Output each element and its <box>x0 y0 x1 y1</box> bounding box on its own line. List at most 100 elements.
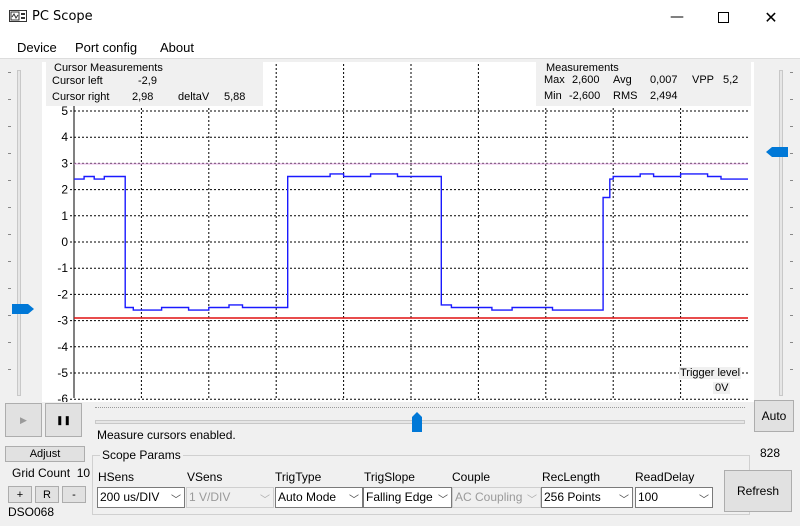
y-tick-label: 4 <box>61 130 68 144</box>
slider-tick <box>790 234 793 235</box>
slider-tick <box>790 369 793 370</box>
menu-about[interactable]: About <box>160 40 194 55</box>
reclength-select[interactable]: 256 Points ﹀ <box>541 487 633 508</box>
couple-select[interactable]: AC Coupling ﹀ <box>452 487 541 508</box>
y-tick-label: -4 <box>57 340 68 354</box>
trigtype-value: Auto Mode <box>278 490 337 504</box>
reclength-label: RecLength <box>542 470 601 484</box>
slider-tick <box>8 315 11 316</box>
slider-tick <box>8 234 11 235</box>
y-tick-label: -5 <box>57 366 68 380</box>
y-tick-label: 1 <box>61 209 68 223</box>
slider-tick <box>790 342 793 343</box>
min-label: Min <box>544 90 562 102</box>
app-icon <box>9 10 27 22</box>
slider-tick <box>8 261 11 262</box>
scope-display[interactable]: 5 4 3 2 1 0 -1 -2 -3 -4 -5 -6 <box>42 62 754 402</box>
vsens-value: 1 V/DIV <box>189 490 231 504</box>
couple-value: AC Coupling <box>455 490 523 504</box>
couple-label: Couple <box>452 470 491 484</box>
cursor-right-label: Cursor right <box>52 91 110 103</box>
slider-tick <box>790 207 793 208</box>
slider-tick <box>8 288 11 289</box>
measurements-title: Measurements <box>546 62 619 74</box>
y-tick-label: -6 <box>57 392 68 402</box>
sample-count: 828 <box>760 446 781 460</box>
vpp-label: VPP <box>692 74 715 86</box>
maximize-button[interactable] <box>700 0 746 34</box>
readdelay-value: 100 <box>638 490 659 504</box>
y-tick-label: 5 <box>61 104 68 118</box>
grid-count-label: Grid Count <box>12 466 71 480</box>
slider-tick <box>790 153 793 154</box>
slider-tick <box>790 72 793 73</box>
grid-reset-button[interactable]: R <box>35 486 59 503</box>
slider-tick <box>790 180 793 181</box>
vpp-value: 5,2 <box>723 74 739 86</box>
grid-count: Grid Count 10 <box>12 466 90 480</box>
rms-label: RMS <box>613 90 638 102</box>
trigslope-value: Falling Edge <box>366 490 433 504</box>
left-slider-track[interactable] <box>17 70 21 396</box>
vsens-select[interactable]: 1 V/DIV ﹀ <box>186 487 274 508</box>
slider-tick <box>8 153 11 154</box>
slider-tick <box>8 180 11 181</box>
horizontal-position-thumb[interactable] <box>412 412 422 432</box>
menu-device[interactable]: Device <box>17 40 57 55</box>
measurements-panel: Measurements Max 2,600 Avg 0,007 VPP 5,2… <box>536 62 751 106</box>
reclength-value: 256 Points <box>544 490 601 504</box>
slider-tick <box>8 99 11 100</box>
slider-tick <box>8 126 11 127</box>
close-button[interactable]: ✕ <box>748 0 794 34</box>
cursor-measurements-panel: Cursor Measurements Cursor left -2,9 Cur… <box>46 62 263 106</box>
chevron-down-icon: ﹀ <box>438 495 448 506</box>
chevron-down-icon: ﹀ <box>527 495 537 506</box>
trigtype-select[interactable]: Auto Mode ﹀ <box>275 487 363 508</box>
trigtype-label: TrigType <box>275 470 322 484</box>
cursor-left-label: Cursor left <box>52 75 103 87</box>
window-title: PC Scope <box>32 9 93 24</box>
delta-v-value: 5,88 <box>224 91 246 103</box>
pause-button[interactable]: ❚❚ <box>45 403 82 437</box>
scope-params-title: Scope Params <box>100 448 183 462</box>
maximize-icon <box>717 11 729 23</box>
trigger-level-thumb[interactable] <box>766 147 788 157</box>
slider-tick <box>8 207 11 208</box>
y-tick-label: 3 <box>61 156 68 170</box>
right-slider-track[interactable] <box>779 70 783 396</box>
max-label: Max <box>544 74 565 86</box>
y-tick-label: 2 <box>61 183 68 197</box>
auto-button[interactable]: Auto <box>754 400 794 432</box>
cursor-measurements-title: Cursor Measurements <box>54 62 163 74</box>
slider-tick <box>790 126 793 127</box>
readdelay-select[interactable]: 100 ﹀ <box>635 487 713 508</box>
slider-tick <box>790 315 793 316</box>
avg-label: Avg <box>613 74 632 86</box>
slider-tick <box>790 288 793 289</box>
min-value: -2,600 <box>569 90 601 102</box>
trigslope-label: TrigSlope <box>364 470 415 484</box>
refresh-button[interactable]: Refresh <box>724 470 792 512</box>
chevron-down-icon: ﹀ <box>619 495 629 506</box>
grid-minus-button[interactable]: - <box>62 486 86 503</box>
minimize-button[interactable]: — <box>654 0 700 34</box>
y-tick-label: -2 <box>57 287 68 301</box>
menu-port-config[interactable]: Port config <box>75 40 137 55</box>
slider-tick <box>790 261 793 262</box>
grid-plus-button[interactable]: + <box>8 486 32 503</box>
vsens-label: VSens <box>187 470 223 484</box>
trigslope-select[interactable]: Falling Edge ﹀ <box>363 487 452 508</box>
hsens-value: 200 us/DIV <box>100 490 160 504</box>
avg-value: 0,007 <box>650 74 678 86</box>
play-button[interactable]: ▶ <box>5 403 42 437</box>
rms-value: 2,494 <box>650 90 678 102</box>
adjust-button[interactable]: Adjust <box>5 446 85 462</box>
vertical-offset-thumb[interactable] <box>12 304 34 314</box>
hsens-select[interactable]: 200 us/DIV ﹀ <box>97 487 185 508</box>
readdelay-label: ReadDelay <box>635 470 695 484</box>
slider-tick <box>790 99 793 100</box>
delta-v-label: deltaV <box>178 91 210 103</box>
device-id: DSO068 <box>8 505 55 519</box>
max-value: 2,600 <box>572 74 600 86</box>
grid-count-value: 10 <box>76 466 91 480</box>
